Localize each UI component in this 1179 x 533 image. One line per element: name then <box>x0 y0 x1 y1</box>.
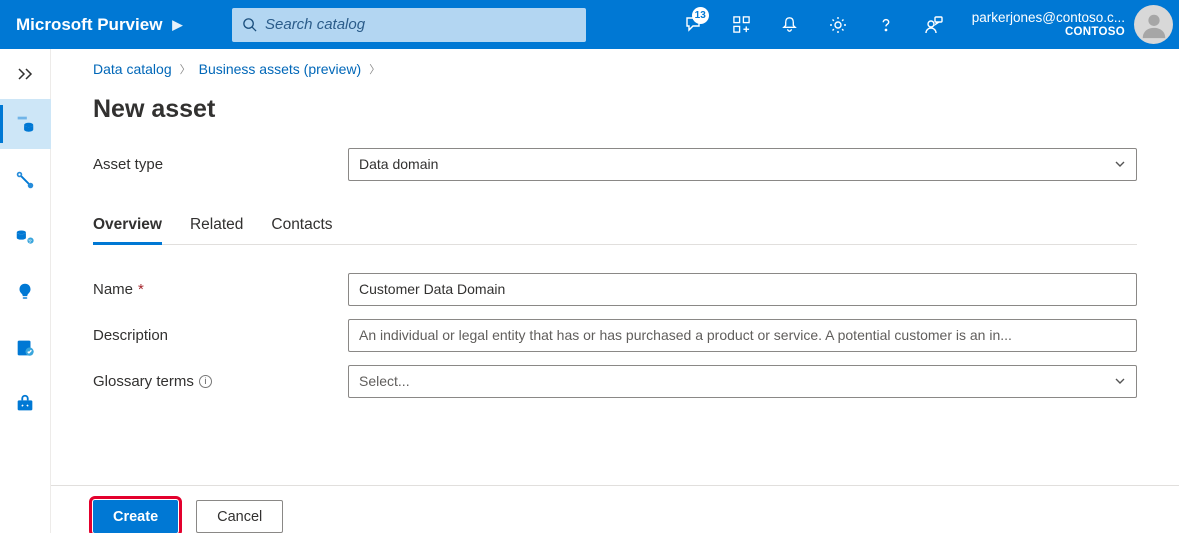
person-feedback-icon[interactable] <box>910 0 958 49</box>
row-description: Description An individual or legal entit… <box>93 317 1137 353</box>
label-name: Name * <box>93 281 348 298</box>
shell: Data catalog 〉 Business assets (preview)… <box>0 49 1179 533</box>
rail-item-policy[interactable] <box>0 323 51 373</box>
label-asset-type: Asset type <box>93 156 348 173</box>
label-name-text: Name <box>93 281 133 298</box>
search-icon <box>242 17 257 32</box>
brand-chevron-icon: ▶ <box>172 17 182 33</box>
page-title: New asset <box>93 95 1137 124</box>
rail-item-map[interactable] <box>0 155 51 205</box>
rail-item-insights[interactable] <box>0 267 51 317</box>
tenant-name: CONTOSO <box>1065 26 1125 40</box>
rail-item-catalog[interactable] <box>0 99 51 149</box>
topbar: Microsoft Purview ▶ 13 parkerjones@conto… <box>0 0 1179 49</box>
required-icon: * <box>138 281 144 298</box>
create-button[interactable]: Create <box>93 500 178 533</box>
content-area: Data catalog 〉 Business assets (preview)… <box>51 49 1179 533</box>
label-glossary: Glossary terms i <box>93 373 348 390</box>
bell-icon[interactable] <box>766 0 814 49</box>
chevron-right-icon: 〉 <box>369 61 380 77</box>
rail-item-lineage[interactable] <box>0 211 51 261</box>
label-description: Description <box>93 327 348 344</box>
tab-related[interactable]: Related <box>190 208 243 244</box>
notification-badge: 13 <box>692 7 709 24</box>
tab-overview[interactable]: Overview <box>93 208 162 244</box>
search-box[interactable] <box>232 8 586 42</box>
info-icon[interactable]: i <box>199 375 212 388</box>
dropdown-glossary[interactable]: Select... <box>348 365 1137 398</box>
row-name: Name * Customer Data Domain <box>93 271 1137 307</box>
brand[interactable]: Microsoft Purview ▶ <box>0 15 232 35</box>
rail-expand-icon[interactable] <box>0 55 50 93</box>
dropdown-asset-type-value: Data domain <box>359 156 438 172</box>
breadcrumb-item-catalog[interactable]: Data catalog <box>93 61 172 77</box>
label-glossary-text: Glossary terms <box>93 373 194 390</box>
cancel-button[interactable]: Cancel <box>196 500 283 533</box>
left-rail <box>0 49 51 533</box>
search-input[interactable] <box>265 16 576 33</box>
resource-icon[interactable] <box>718 0 766 49</box>
input-name-value: Customer Data Domain <box>359 281 505 297</box>
breadcrumb-item-business-assets[interactable]: Business assets (preview) <box>199 61 362 77</box>
help-icon[interactable] <box>862 0 910 49</box>
page: New asset Asset type Data domain Overvie… <box>51 89 1179 461</box>
feedback-icon[interactable]: 13 <box>670 0 718 49</box>
input-description[interactable]: An individual or legal entity that has o… <box>348 319 1137 352</box>
top-icons: 13 parkerjones@contoso.c... CONTOSO <box>670 0 1179 49</box>
breadcrumb: Data catalog 〉 Business assets (preview)… <box>51 49 1179 89</box>
chevron-down-icon <box>1114 375 1126 387</box>
avatar[interactable] <box>1134 5 1173 44</box>
chevron-down-icon <box>1114 158 1126 170</box>
tabs: Overview Related Contacts <box>93 208 1137 245</box>
row-glossary: Glossary terms i Select... <box>93 363 1137 399</box>
rail-item-management[interactable] <box>0 379 51 429</box>
chevron-right-icon: 〉 <box>180 61 191 77</box>
dropdown-glossary-placeholder: Select... <box>359 373 410 389</box>
input-name[interactable]: Customer Data Domain <box>348 273 1137 306</box>
brand-title: Microsoft Purview <box>16 15 162 35</box>
tab-contacts[interactable]: Contacts <box>271 208 332 244</box>
row-asset-type: Asset type Data domain <box>93 146 1137 182</box>
account-email: parkerjones@contoso.c... <box>972 10 1125 26</box>
gear-icon[interactable] <box>814 0 862 49</box>
account-block[interactable]: parkerjones@contoso.c... CONTOSO <box>958 10 1130 40</box>
dropdown-asset-type[interactable]: Data domain <box>348 148 1137 181</box>
footer-actions: Create Cancel <box>51 485 1179 533</box>
